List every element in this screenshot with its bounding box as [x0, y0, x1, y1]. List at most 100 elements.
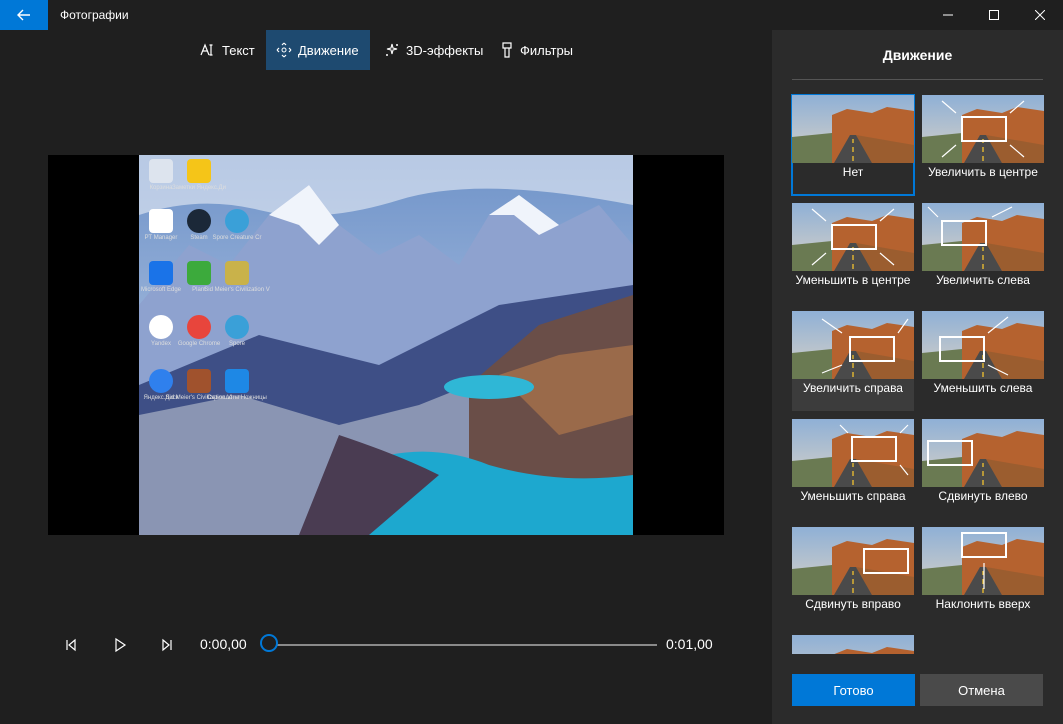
desktop-icon-yandex: Yandex — [141, 315, 181, 365]
play-button[interactable] — [111, 636, 129, 654]
steam-icon — [187, 209, 211, 233]
recycle-bin-icon — [149, 159, 173, 183]
done-button[interactable]: Готово — [792, 674, 915, 706]
motion-preview-thumbnail — [922, 527, 1044, 595]
motion-preview-thumbnail — [922, 95, 1044, 163]
panel-title: Движение — [882, 47, 953, 63]
back-button[interactable] — [0, 0, 48, 30]
previous-frame-button[interactable] — [62, 636, 80, 654]
motion-option-partial[interactable] — [792, 635, 914, 654]
motion-option-8[interactable]: Сдвинуть вправо — [792, 527, 914, 627]
motion-preview-thumbnail — [922, 419, 1044, 487]
desktop-icon-spore-creator: Spore Creature Cr — [212, 209, 262, 259]
play-icon — [115, 637, 127, 653]
3d-effects-icon — [386, 43, 398, 56]
motion-option-6[interactable]: Уменьшить справа — [792, 419, 914, 519]
minimize-icon — [943, 14, 953, 16]
motion-option-label: Уменьшить слева — [933, 381, 1033, 395]
desktop-icon-scissors: Скриншоты Ножницы — [207, 369, 267, 419]
notes-icon — [187, 159, 211, 183]
motion-option-label: Увеличить в центре — [928, 165, 1038, 179]
motion-panel: Движение Нет Увеличить в центре Уменьшить … — [772, 30, 1063, 724]
title-bar: Фотографии — [0, 0, 1063, 30]
next-frame-button[interactable] — [158, 636, 176, 654]
motion-option-0[interactable]: Нет — [791, 94, 915, 196]
civ5-icon — [225, 261, 249, 285]
motion-option-label: Нет — [842, 165, 864, 179]
motion-option-4[interactable]: Увеличить справа — [792, 311, 914, 411]
chrome-icon — [187, 315, 211, 339]
motion-option-2[interactable]: Уменьшить в центре — [792, 203, 914, 303]
total-time: 0:01,00 — [666, 636, 713, 652]
text-icon — [200, 43, 213, 56]
timeline-thumb[interactable] — [260, 634, 278, 652]
motion-preview-thumbnail — [792, 419, 914, 487]
step-forward-icon — [162, 638, 172, 652]
current-time: 0:00,00 — [200, 636, 247, 652]
motion-preview-thumbnail — [922, 203, 1044, 271]
tab-3d-effects-label: 3D-эффекты — [406, 42, 484, 58]
motion-option-label: Сдвинуть влево — [938, 489, 1028, 503]
step-back-icon — [66, 638, 76, 652]
desktop-icon-spore: Spore — [217, 315, 257, 365]
scissors-icon — [225, 369, 249, 393]
filters-icon — [502, 42, 512, 58]
motion-option-3[interactable]: Увеличить слева — [922, 203, 1044, 303]
yandex-disk-icon — [149, 369, 173, 393]
motion-option-label: Увеличить справа — [803, 381, 903, 395]
desktop-icon-civ5: Sid Meier's Civilization V — [204, 261, 270, 311]
spore-icon — [225, 315, 249, 339]
motion-option-label: Увеличить слева — [936, 273, 1030, 287]
video-preview: Корзина Заметки Яндекс.Ди РТ Manager Ste… — [48, 155, 724, 535]
edge-icon — [149, 261, 173, 285]
maximize-button[interactable] — [971, 0, 1017, 30]
tab-text[interactable]: Текст — [190, 30, 265, 70]
desktop-icon-plant: Plant — [179, 261, 219, 311]
motion-preview-thumbnail — [792, 527, 914, 595]
motion-option-label: Уменьшить справа — [800, 489, 906, 503]
desktop-icon-notes: Заметки Яндекс.Ди — [172, 159, 226, 209]
civ6-icon — [187, 369, 211, 393]
yandex-icon — [149, 315, 173, 339]
desktop-icon-edge: Microsoft Edge — [141, 261, 181, 311]
plant-icon — [187, 261, 211, 285]
desktop-icon-steam: Steam — [179, 209, 219, 259]
tab-motion-label: Движение — [298, 42, 359, 58]
tab-filters-label: Фильтры — [520, 42, 574, 58]
tab-motion[interactable]: Движение — [266, 30, 370, 70]
minimize-button[interactable] — [925, 0, 971, 30]
motion-preview-thumbnail — [922, 311, 1044, 379]
tab-3d-effects[interactable]: 3D-эффекты — [374, 30, 493, 70]
app-title: Фотографии — [60, 8, 129, 22]
motion-preview-thumbnail — [792, 635, 914, 654]
desktop-icon-chrome: Google Chrome — [178, 315, 220, 365]
effects-toolbar: Текст Движение 3D-эффекты Фильтры — [0, 30, 772, 70]
motion-option-label: Сдвинуть вправо — [805, 597, 901, 611]
spore-creator-icon — [225, 209, 249, 233]
motion-option-7[interactable]: Сдвинуть влево — [922, 419, 1044, 519]
motion-option-5[interactable]: Уменьшить слева — [922, 311, 1044, 411]
close-icon — [1035, 10, 1045, 20]
motion-icon — [276, 42, 292, 58]
close-button[interactable] — [1017, 0, 1063, 30]
motion-option-1[interactable]: Увеличить в центре — [922, 95, 1044, 195]
motion-preview-thumbnail — [792, 311, 914, 379]
desktop-wallpaper-image: Корзина Заметки Яндекс.Ди РТ Manager Ste… — [139, 155, 633, 535]
desktop-icon-yandex-disk: Яндекс.Диск — [141, 369, 181, 419]
motion-option-label: Наклонить вверх — [935, 597, 1031, 611]
desktop-icon-manager: РТ Manager — [141, 209, 181, 259]
cancel-button[interactable]: Отмена — [920, 674, 1043, 706]
manager-icon — [149, 209, 173, 233]
desktop-icon-recycle-bin: Корзина — [141, 159, 181, 209]
timeline-track[interactable] — [270, 644, 657, 646]
desktop-icon-civ6: Sid Meier's Civilization VI — [165, 369, 233, 419]
motion-option-label: Уменьшить в центре — [795, 273, 911, 287]
tab-filters[interactable]: Фильтры — [490, 30, 583, 70]
playback-controls: 0:00,00 0:01,00 — [0, 630, 772, 660]
motion-option-9[interactable]: Наклонить вверх — [922, 527, 1044, 627]
tab-text-label: Текст — [222, 42, 255, 58]
back-arrow-icon — [17, 9, 30, 21]
motion-preview-thumbnail — [792, 95, 914, 163]
panel-divider — [792, 79, 1043, 80]
motion-preview-thumbnail — [792, 203, 914, 271]
